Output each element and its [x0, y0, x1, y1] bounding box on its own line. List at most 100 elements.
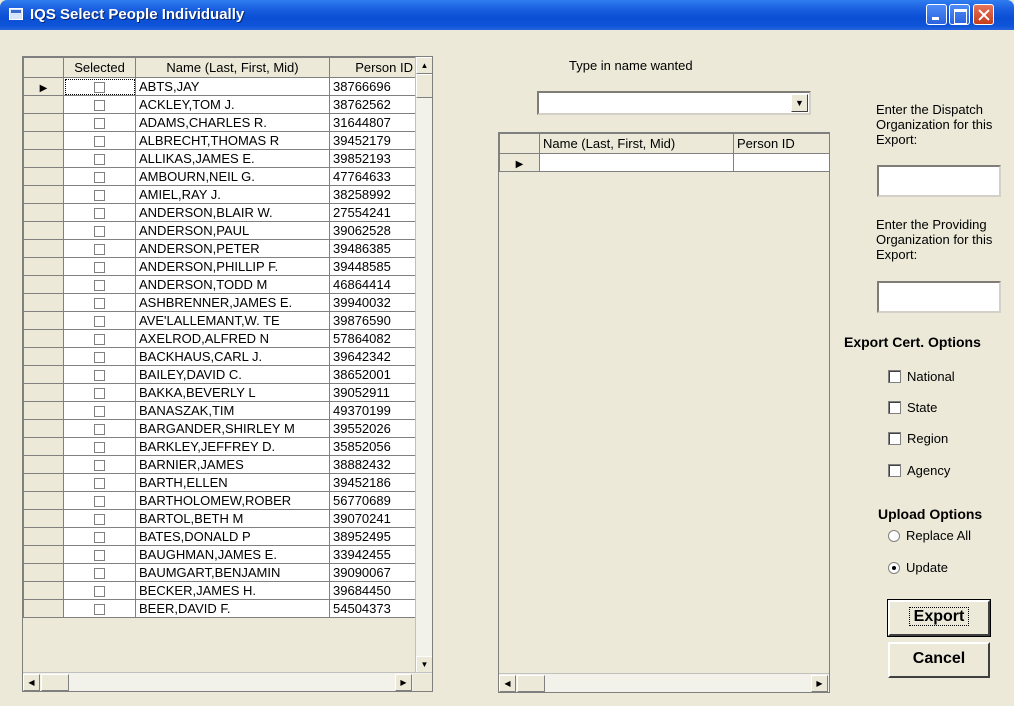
row-header[interactable] — [23, 131, 64, 150]
table-row[interactable]: ANDERSON,PHILLIP F. 39448585 — [23, 257, 417, 276]
checkbox-box[interactable] — [888, 370, 901, 383]
scroll-thumb[interactable] — [416, 74, 432, 98]
name-cell[interactable]: AXELROD,ALFRED N — [135, 329, 330, 348]
name-cell[interactable]: BARGANDER,SHIRLEY M — [135, 419, 330, 438]
selected-cell[interactable] — [63, 509, 136, 528]
column-header-name[interactable]: Name (Last, First, Mid) — [135, 57, 330, 78]
table-row[interactable]: BAUGHMAN,JAMES E. 33942455 — [23, 545, 417, 564]
selected-cell[interactable] — [63, 221, 136, 240]
person-id-cell[interactable]: 31644807 — [329, 113, 417, 132]
row-header[interactable] — [23, 437, 64, 456]
name-cell[interactable]: BAUGHMAN,JAMES E. — [135, 545, 330, 564]
selected-cell[interactable] — [63, 185, 136, 204]
selected-checkbox[interactable] — [94, 514, 105, 526]
table-row[interactable]: ASHBRENNER,JAMES E. 39940032 — [23, 293, 417, 312]
selected-checkbox[interactable] — [94, 388, 105, 400]
maximize-button[interactable] — [949, 4, 970, 25]
selected-cell[interactable] — [63, 77, 136, 96]
selected-cell[interactable] — [63, 149, 136, 168]
name-cell[interactable]: ANDERSON,TODD M — [135, 275, 330, 294]
export-button[interactable]: Export — [887, 599, 991, 637]
table-row[interactable]: ▶ — [499, 153, 829, 172]
selected-checkbox[interactable] — [94, 298, 105, 310]
person-id-cell[interactable]: 39852193 — [329, 149, 417, 168]
table-row[interactable]: BARTH,ELLEN 39452186 — [23, 473, 417, 492]
table-row[interactable]: BARTHOLOMEW,ROBER 56770689 — [23, 491, 417, 510]
checkbox-box[interactable] — [888, 401, 901, 414]
table-row[interactable]: AXELROD,ALFRED N 57864082 — [23, 329, 417, 348]
dispatch-org-input[interactable] — [877, 165, 1001, 197]
row-header[interactable] — [23, 113, 64, 132]
national-checkbox[interactable]: National — [888, 369, 955, 384]
table-row[interactable]: ANDERSON,BLAIR W. 27554241 — [23, 203, 417, 222]
name-cell[interactable]: AVE'LALLEMANT,W. TE — [135, 311, 330, 330]
person-id-cell[interactable]: 39876590 — [329, 311, 417, 330]
table-row[interactable]: ALLIKAS,JAMES E. 39852193 — [23, 149, 417, 168]
name-cell[interactable]: BATES,DONALD P — [135, 527, 330, 546]
row-header[interactable] — [23, 509, 64, 528]
checkbox-box[interactable] — [888, 432, 901, 445]
selected-checkbox[interactable] — [94, 604, 105, 616]
selected-cell[interactable] — [63, 473, 136, 492]
person-id-cell[interactable]: 38762562 — [329, 95, 417, 114]
name-cell[interactable]: AMIEL,RAY J. — [135, 185, 330, 204]
person-id-cell[interactable]: 39062528 — [329, 221, 417, 240]
selected-checkbox[interactable] — [94, 82, 105, 94]
scroll-thumb[interactable] — [41, 674, 69, 691]
table-row[interactable]: BACKHAUS,CARL J. 39642342 — [23, 347, 417, 366]
table-row[interactable]: BARKLEY,JEFFREY D. 35852056 — [23, 437, 417, 456]
selected-checkbox[interactable] — [94, 334, 105, 346]
people-grid-vertical-scrollbar[interactable]: ▲ ▼ — [415, 57, 432, 673]
table-row[interactable]: AMBOURN,NEIL G. 47764633 — [23, 167, 417, 186]
table-row[interactable]: ANDERSON,PAUL 39062528 — [23, 221, 417, 240]
row-header[interactable] — [23, 329, 64, 348]
person-id-cell[interactable]: 38652001 — [329, 365, 417, 384]
minimize-button[interactable] — [926, 4, 947, 25]
checkbox-box[interactable] — [888, 464, 901, 477]
name-cell[interactable]: ASHBRENNER,JAMES E. — [135, 293, 330, 312]
selected-cell[interactable] — [63, 239, 136, 258]
person-id-cell[interactable]: 33942455 — [329, 545, 417, 564]
selected-cell[interactable] — [63, 257, 136, 276]
person-id-cell[interactable]: 39486385 — [329, 239, 417, 258]
selected-cell[interactable] — [63, 95, 136, 114]
scroll-right-arrow-icon[interactable]: ▶ — [395, 674, 412, 691]
selected-checkbox[interactable] — [94, 100, 105, 112]
row-header[interactable] — [23, 185, 64, 204]
person-id-cell[interactable]: 57864082 — [329, 329, 417, 348]
person-id-cell[interactable]: 39642342 — [329, 347, 417, 366]
dropdown-arrow-icon[interactable]: ▼ — [791, 94, 808, 112]
selected-cell[interactable] — [63, 329, 136, 348]
selected-cell[interactable] — [63, 167, 136, 186]
row-header[interactable] — [23, 275, 64, 294]
providing-org-input[interactable] — [877, 281, 1001, 313]
name-cell[interactable]: ALBRECHT,THOMAS R — [135, 131, 330, 150]
selected-checkbox[interactable] — [94, 244, 105, 256]
selected-checkbox[interactable] — [94, 532, 105, 544]
selected-cell[interactable] — [63, 545, 136, 564]
name-cell[interactable]: BARTHOLOMEW,ROBER — [135, 491, 330, 510]
selected-checkbox[interactable] — [94, 406, 105, 418]
selected-checkbox[interactable] — [94, 280, 105, 292]
row-header[interactable] — [23, 311, 64, 330]
name-cell[interactable]: ACKLEY,TOM J. — [135, 95, 330, 114]
table-row[interactable]: ANDERSON,TODD M 46864414 — [23, 275, 417, 294]
name-cell[interactable]: ANDERSON,PETER — [135, 239, 330, 258]
scroll-right-arrow-icon[interactable]: ▶ — [811, 675, 828, 692]
name-cell[interactable]: BARKLEY,JEFFREY D. — [135, 437, 330, 456]
selected-checkbox[interactable] — [94, 370, 105, 382]
row-header[interactable] — [23, 257, 64, 276]
person-id-cell[interactable]: 38952495 — [329, 527, 417, 546]
name-cell[interactable]: BEER,DAVID F. — [135, 599, 330, 618]
scroll-up-arrow-icon[interactable]: ▲ — [416, 57, 432, 74]
selected-checkbox[interactable] — [94, 118, 105, 130]
row-header[interactable] — [23, 293, 64, 312]
scroll-down-arrow-icon[interactable]: ▼ — [416, 656, 432, 673]
selected-cell[interactable] — [63, 563, 136, 582]
selected-checkbox[interactable] — [94, 352, 105, 364]
column-header-person-id[interactable]: Person ID — [733, 133, 829, 154]
selected-checkbox[interactable] — [94, 442, 105, 454]
selected-checkbox[interactable] — [94, 172, 105, 184]
selected-checkbox[interactable] — [94, 316, 105, 328]
person-id-cell[interactable]: 38766696 — [329, 77, 417, 96]
